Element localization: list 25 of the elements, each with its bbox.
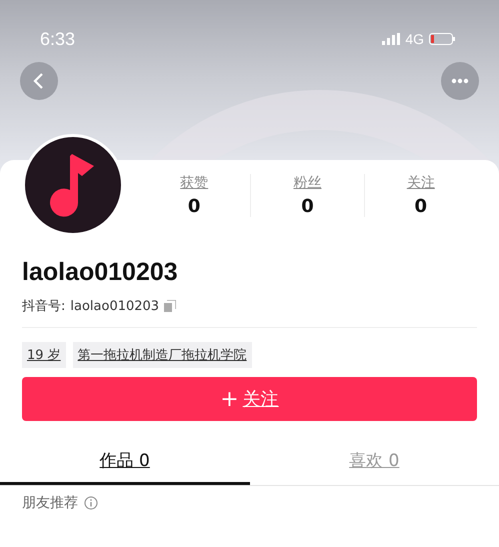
info-icon[interactable]: [84, 496, 98, 510]
network-type: 4G: [405, 31, 424, 47]
stat-value: 0: [301, 196, 314, 217]
stat-value: 0: [188, 196, 200, 217]
section-title: 朋友推荐: [22, 494, 78, 512]
id-label: 抖音号:: [22, 298, 66, 315]
stat-value: 0: [414, 196, 428, 217]
follow-button[interactable]: + 关注: [22, 377, 477, 421]
back-button[interactable]: [20, 62, 58, 100]
status-time: 6:33: [40, 28, 76, 50]
battery-icon: [429, 33, 455, 45]
stat-label[interactable]: 粉丝: [293, 174, 322, 192]
more-button[interactable]: [441, 62, 479, 100]
username: laolao010203: [22, 258, 179, 287]
stat-label[interactable]: 关注: [406, 174, 435, 192]
more-icon: [451, 78, 469, 84]
chevron-left-icon: [32, 72, 46, 90]
tab[interactable]: 喜欢 0: [250, 443, 499, 485]
copy-icon[interactable]: [164, 300, 176, 312]
stat-label[interactable]: 获赞: [180, 174, 208, 192]
id-value: laolao010203: [70, 298, 160, 314]
tab[interactable]: 作品 0: [0, 443, 250, 485]
profile-tag: 第一拖拉机制造厂拖拉机学院: [72, 342, 252, 368]
profile-tag: 19 岁: [22, 342, 66, 368]
signal-icon: [382, 33, 400, 45]
